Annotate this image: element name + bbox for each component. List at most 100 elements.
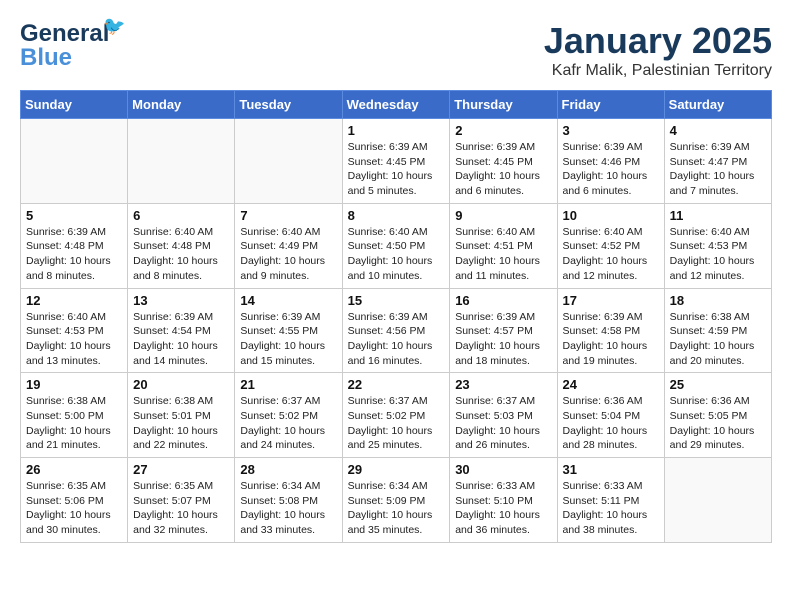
- cell-content: Sunrise: 6:37 AMSunset: 5:02 PMDaylight:…: [240, 394, 336, 453]
- calendar-cell: 28 Sunrise: 6:34 AMSunset: 5:08 PMDayligh…: [235, 458, 342, 543]
- day-number: 11: [670, 208, 766, 223]
- day-number: 18: [670, 293, 766, 308]
- cell-content: Sunrise: 6:39 AMSunset: 4:54 PMDaylight:…: [133, 310, 229, 369]
- day-number: 19: [26, 377, 122, 392]
- day-number: 13: [133, 293, 229, 308]
- calendar-cell: 9 Sunrise: 6:40 AMSunset: 4:51 PMDaylight…: [450, 203, 557, 288]
- day-number: 6: [133, 208, 229, 223]
- cell-content: Sunrise: 6:36 AMSunset: 5:04 PMDaylight:…: [563, 394, 659, 453]
- calendar-cell: 7 Sunrise: 6:40 AMSunset: 4:49 PMDaylight…: [235, 203, 342, 288]
- cell-content: Sunrise: 6:38 AMSunset: 5:01 PMDaylight:…: [133, 394, 229, 453]
- cell-content: Sunrise: 6:40 AMSunset: 4:53 PMDaylight:…: [26, 310, 122, 369]
- cell-content: Sunrise: 6:33 AMSunset: 5:11 PMDaylight:…: [563, 479, 659, 538]
- logo-general: General: [20, 20, 109, 47]
- cell-content: Sunrise: 6:37 AMSunset: 5:02 PMDaylight:…: [348, 394, 445, 453]
- day-number: 14: [240, 293, 336, 308]
- calendar-cell: 19 Sunrise: 6:38 AMSunset: 5:00 PMDayligh…: [21, 373, 128, 458]
- day-number: 10: [563, 208, 659, 223]
- cell-content: Sunrise: 6:39 AMSunset: 4:48 PMDaylight:…: [26, 225, 122, 284]
- day-number: 25: [670, 377, 766, 392]
- weekday-header-row: SundayMondayTuesdayWednesdayThursdayFrid…: [21, 91, 772, 119]
- day-number: 9: [455, 208, 551, 223]
- cell-content: Sunrise: 6:33 AMSunset: 5:10 PMDaylight:…: [455, 479, 551, 538]
- calendar-cell: 8Sunrise: 6:40 AMSunset: 4:50 PMDaylight…: [342, 203, 450, 288]
- day-number: 17: [563, 293, 659, 308]
- cell-content: Sunrise: 6:38 AMSunset: 4:59 PMDaylight:…: [670, 310, 766, 369]
- cell-content: Sunrise: 6:40 AMSunset: 4:51 PMDaylight:…: [455, 225, 551, 284]
- calendar-cell: 1 Sunrise: 6:39 AMSunset: 4:45 PMDaylight…: [342, 119, 450, 204]
- day-number: 28: [240, 462, 336, 477]
- weekday-header-saturday: Saturday: [664, 91, 771, 119]
- calendar-cell: [128, 119, 235, 204]
- day-number: 26: [26, 462, 122, 477]
- cell-content: Sunrise: 6:40 AMSunset: 4:49 PMDaylight:…: [240, 225, 336, 284]
- calendar-cell: 23Sunrise: 6:37 AMSunset: 5:03 PMDayligh…: [450, 373, 557, 458]
- calendar-cell: 30Sunrise: 6:33 AMSunset: 5:10 PMDayligh…: [450, 458, 557, 543]
- calendar-cell: 5 Sunrise: 6:39 AMSunset: 4:48 PMDaylight…: [21, 203, 128, 288]
- day-number: 7: [240, 208, 336, 223]
- calendar-cell: 15 Sunrise: 6:39 AMSunset: 4:56 PMDayligh…: [342, 288, 450, 373]
- calendar-cell: 31 Sunrise: 6:33 AMSunset: 5:11 PMDayligh…: [557, 458, 664, 543]
- calendar-cell: 22 Sunrise: 6:37 AMSunset: 5:02 PMDayligh…: [342, 373, 450, 458]
- calendar-cell: 25 Sunrise: 6:36 AMSunset: 5:05 PMDayligh…: [664, 373, 771, 458]
- day-number: 3: [563, 123, 659, 138]
- day-number: 4: [670, 123, 766, 138]
- weekday-header-tuesday: Tuesday: [235, 91, 342, 119]
- calendar-cell: 24 Sunrise: 6:36 AMSunset: 5:04 PMDayligh…: [557, 373, 664, 458]
- day-number: 23: [455, 377, 551, 392]
- day-number: 20: [133, 377, 229, 392]
- cell-content: Sunrise: 6:36 AMSunset: 5:05 PMDaylight:…: [670, 394, 766, 453]
- calendar-cell: [664, 458, 771, 543]
- cell-content: Sunrise: 6:40 AMSunset: 4:50 PMDaylight:…: [348, 225, 445, 284]
- calendar-cell: 12 Sunrise: 6:40 AMSunset: 4:53 PMDayligh…: [21, 288, 128, 373]
- calendar-week-row: 12 Sunrise: 6:40 AMSunset: 4:53 PMDayligh…: [21, 288, 772, 373]
- day-number: 1: [348, 123, 445, 138]
- calendar-cell: [235, 119, 342, 204]
- calendar-cell: 16Sunrise: 6:39 AMSunset: 4:57 PMDayligh…: [450, 288, 557, 373]
- weekday-header-friday: Friday: [557, 91, 664, 119]
- day-number: 15: [348, 293, 445, 308]
- day-number: 12: [26, 293, 122, 308]
- title-block: January 2025 Kafr Malik, Palestinian Ter…: [544, 20, 772, 80]
- cell-content: Sunrise: 6:40 AMSunset: 4:52 PMDaylight:…: [563, 225, 659, 284]
- cell-content: Sunrise: 6:40 AMSunset: 4:53 PMDaylight:…: [670, 225, 766, 284]
- cell-content: Sunrise: 6:39 AMSunset: 4:45 PMDaylight:…: [455, 140, 551, 199]
- day-number: 31: [563, 462, 659, 477]
- weekday-header-monday: Monday: [128, 91, 235, 119]
- calendar-cell: 13 Sunrise: 6:39 AMSunset: 4:54 PMDayligh…: [128, 288, 235, 373]
- cell-content: Sunrise: 6:39 AMSunset: 4:45 PMDaylight:…: [348, 140, 445, 199]
- day-number: 24: [563, 377, 659, 392]
- calendar-cell: 21Sunrise: 6:37 AMSunset: 5:02 PMDayligh…: [235, 373, 342, 458]
- calendar-cell: 6 Sunrise: 6:40 AMSunset: 4:48 PMDaylight…: [128, 203, 235, 288]
- calendar-table: SundayMondayTuesdayWednesdayThursdayFrid…: [20, 90, 772, 543]
- calendar-week-row: 19 Sunrise: 6:38 AMSunset: 5:00 PMDayligh…: [21, 373, 772, 458]
- day-number: 27: [133, 462, 229, 477]
- weekday-header-wednesday: Wednesday: [342, 91, 450, 119]
- calendar-cell: 20 Sunrise: 6:38 AMSunset: 5:01 PMDayligh…: [128, 373, 235, 458]
- calendar-cell: 29Sunrise: 6:34 AMSunset: 5:09 PMDayligh…: [342, 458, 450, 543]
- day-number: 5: [26, 208, 122, 223]
- cell-content: Sunrise: 6:40 AMSunset: 4:48 PMDaylight:…: [133, 225, 229, 284]
- weekday-header-thursday: Thursday: [450, 91, 557, 119]
- cell-content: Sunrise: 6:39 AMSunset: 4:47 PMDaylight:…: [670, 140, 766, 199]
- logo: General 🐦 Blue: [20, 20, 109, 72]
- calendar-cell: 27 Sunrise: 6:35 AMSunset: 5:07 PMDayligh…: [128, 458, 235, 543]
- weekday-header-sunday: Sunday: [21, 91, 128, 119]
- cell-content: Sunrise: 6:39 AMSunset: 4:57 PMDaylight:…: [455, 310, 551, 369]
- calendar-cell: [21, 119, 128, 204]
- day-number: 22: [348, 377, 445, 392]
- month-title: January 2025: [544, 20, 772, 62]
- calendar-week-row: 26Sunrise: 6:35 AMSunset: 5:06 PMDayligh…: [21, 458, 772, 543]
- location-subtitle: Kafr Malik, Palestinian Territory: [544, 62, 772, 80]
- cell-content: Sunrise: 6:34 AMSunset: 5:09 PMDaylight:…: [348, 479, 445, 538]
- cell-content: Sunrise: 6:34 AMSunset: 5:08 PMDaylight:…: [240, 479, 336, 538]
- day-number: 2: [455, 123, 551, 138]
- calendar-week-row: 5 Sunrise: 6:39 AMSunset: 4:48 PMDaylight…: [21, 203, 772, 288]
- cell-content: Sunrise: 6:38 AMSunset: 5:00 PMDaylight:…: [26, 394, 122, 453]
- calendar-cell: 4 Sunrise: 6:39 AMSunset: 4:47 PMDaylight…: [664, 119, 771, 204]
- calendar-cell: 10 Sunrise: 6:40 AMSunset: 4:52 PMDayligh…: [557, 203, 664, 288]
- cell-content: Sunrise: 6:39 AMSunset: 4:56 PMDaylight:…: [348, 310, 445, 369]
- calendar-cell: 17Sunrise: 6:39 AMSunset: 4:58 PMDayligh…: [557, 288, 664, 373]
- cell-content: Sunrise: 6:35 AMSunset: 5:07 PMDaylight:…: [133, 479, 229, 538]
- calendar-cell: 3Sunrise: 6:39 AMSunset: 4:46 PMDaylight…: [557, 119, 664, 204]
